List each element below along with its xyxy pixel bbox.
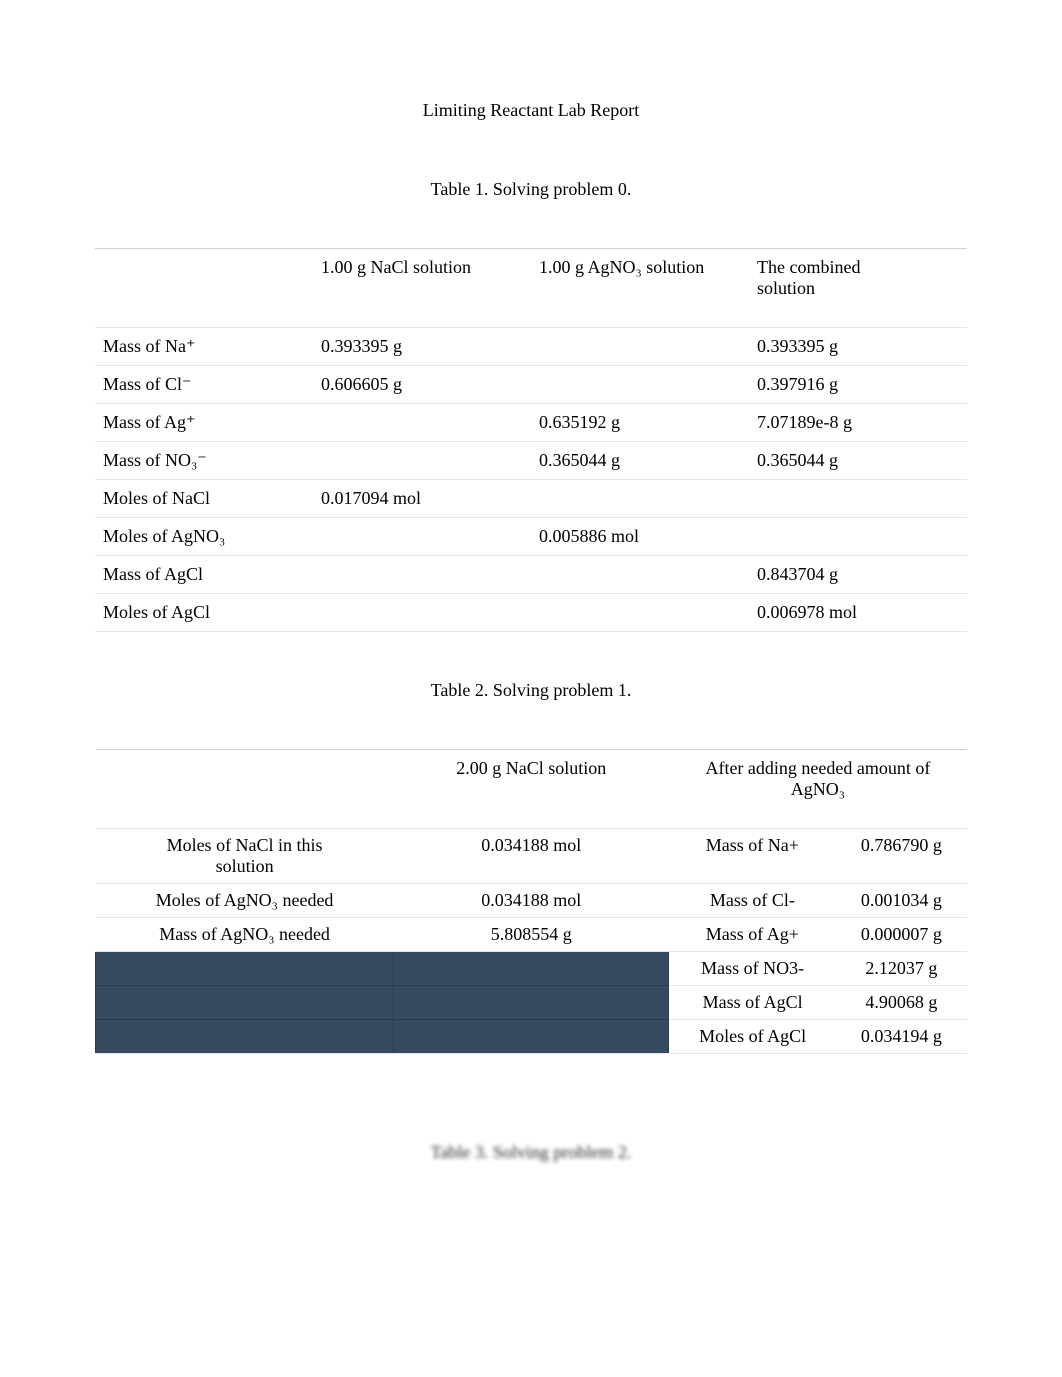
table-row: Mass of Na⁺ 0.393395 g 0.393395 g	[95, 328, 967, 366]
page-title: Limiting Reactant Lab Report	[95, 100, 967, 121]
cell-value	[749, 480, 967, 518]
cell-value	[313, 556, 531, 594]
table-row: Mass of AgCl 0.843704 g	[95, 556, 967, 594]
cell-value: 0.393395 g	[749, 328, 967, 366]
cell-label: Mass of Na+	[669, 829, 836, 884]
table1-header-nacl: 1.00 g NaCl solution	[313, 249, 531, 328]
cell-value: 0.034188 mol	[394, 884, 669, 918]
table-row: Mass of NO3- 2.12037 g	[96, 952, 968, 986]
table2-header-empty	[96, 750, 394, 829]
table1-header-row: 1.00 g NaCl solution 1.00 g AgNO₃ soluti…	[95, 249, 967, 328]
redacted-cell	[96, 1020, 394, 1054]
cell-label: Mass of AgCl	[669, 986, 836, 1020]
table2-caption: Table 2. Solving problem 1.	[95, 680, 967, 701]
table1: 1.00 g NaCl solution 1.00 g AgNO₃ soluti…	[95, 248, 967, 632]
cell-value: 0.365044 g	[749, 442, 967, 480]
cell-value: 0.000007 g	[836, 918, 967, 952]
row-label-line1: Moles of NaCl in this	[167, 835, 323, 855]
cell-value	[531, 556, 749, 594]
table-row: Mass of NO₃⁻ 0.365044 g 0.365044 g	[95, 442, 967, 480]
row-label: Mass of AgNO₃ needed	[96, 918, 394, 952]
cell-value: 0.365044 g	[531, 442, 749, 480]
table-row: Moles of AgNO₃ needed 0.034188 mol Mass …	[96, 884, 968, 918]
row-label: Mass of Na⁺	[95, 328, 313, 366]
cell-label: Mass of NO3-	[669, 952, 836, 986]
table2-header-nacl: 2.00 g NaCl solution	[394, 750, 669, 829]
cell-value: 2.12037 g	[836, 952, 967, 986]
cell-value	[313, 594, 531, 632]
cell-value: 7.07189e-8 g	[749, 404, 967, 442]
cell-value: 0.034194 g	[836, 1020, 967, 1054]
table-row: Moles of AgCl 0.006978 mol	[95, 594, 967, 632]
table1-header-combined: The combined solution	[749, 249, 967, 328]
redacted-cell	[394, 986, 669, 1020]
row-label: Mass of Ag⁺	[95, 404, 313, 442]
table-row: Mass of Ag⁺ 0.635192 g 7.07189e-8 g	[95, 404, 967, 442]
redacted-cell	[394, 952, 669, 986]
table-row: Moles of NaCl 0.017094 mol	[95, 480, 967, 518]
cell-value	[313, 442, 531, 480]
cell-value	[531, 480, 749, 518]
table1-header-combined-line1: The combined	[757, 257, 860, 277]
redacted-cell	[96, 986, 394, 1020]
row-label: Moles of AgCl	[95, 594, 313, 632]
row-label: Mass of Cl⁻	[95, 366, 313, 404]
row-label: Mass of AgCl	[95, 556, 313, 594]
cell-value: 0.001034 g	[836, 884, 967, 918]
table3-caption: Table 3. Solving problem 2.	[95, 1142, 967, 1163]
table1-caption: Table 1. Solving problem 0.	[95, 179, 967, 200]
table1-header-agno3: 1.00 g AgNO₃ solution	[531, 249, 749, 328]
redacted-cell	[394, 1020, 669, 1054]
cell-value: 0.786790 g	[836, 829, 967, 884]
table-row: Moles of NaCl in this solution 0.034188 …	[96, 829, 968, 884]
table-row: Moles of AgNO₃ 0.005886 mol	[95, 518, 967, 556]
table2-header-after-adding: After adding needed amount of AgNO₃	[669, 750, 967, 829]
table1-header-combined-line2: solution	[757, 278, 815, 298]
bottom-fade-overlay	[0, 1237, 1062, 1377]
cell-label: Moles of AgCl	[669, 1020, 836, 1054]
row-label: Moles of AgNO₃	[95, 518, 313, 556]
cell-value: 5.808554 g	[394, 918, 669, 952]
cell-label: Mass of Cl-	[669, 884, 836, 918]
cell-value: 0.606605 g	[313, 366, 531, 404]
cell-value	[313, 404, 531, 442]
table2: 2.00 g NaCl solution After adding needed…	[95, 749, 967, 1054]
row-label: Moles of NaCl in this solution	[96, 829, 394, 884]
table-row: Mass of AgCl 4.90068 g	[96, 986, 968, 1020]
table-row: Mass of Cl⁻ 0.606605 g 0.397916 g	[95, 366, 967, 404]
cell-value: 4.90068 g	[836, 986, 967, 1020]
cell-value	[531, 328, 749, 366]
cell-value: 0.843704 g	[749, 556, 967, 594]
table1-header-empty	[95, 249, 313, 328]
cell-label: Mass of Ag+	[669, 918, 836, 952]
cell-value: 0.034188 mol	[394, 829, 669, 884]
cell-value: 0.005886 mol	[531, 518, 749, 556]
cell-value	[313, 518, 531, 556]
row-label: Moles of AgNO₃ needed	[96, 884, 394, 918]
cell-value: 0.006978 mol	[749, 594, 967, 632]
cell-value: 0.017094 mol	[313, 480, 531, 518]
table2-header-row: 2.00 g NaCl solution After adding needed…	[96, 750, 968, 829]
cell-value	[531, 366, 749, 404]
table-row: Mass of AgNO₃ needed 5.808554 g Mass of …	[96, 918, 968, 952]
row-label-line2: solution	[216, 856, 274, 876]
cell-value	[749, 518, 967, 556]
row-label: Mass of NO₃⁻	[95, 442, 313, 480]
cell-value: 0.397916 g	[749, 366, 967, 404]
cell-value	[531, 594, 749, 632]
cell-value: 0.393395 g	[313, 328, 531, 366]
table-row: Moles of AgCl 0.034194 g	[96, 1020, 968, 1054]
redacted-cell	[96, 952, 394, 986]
row-label: Moles of NaCl	[95, 480, 313, 518]
cell-value: 0.635192 g	[531, 404, 749, 442]
